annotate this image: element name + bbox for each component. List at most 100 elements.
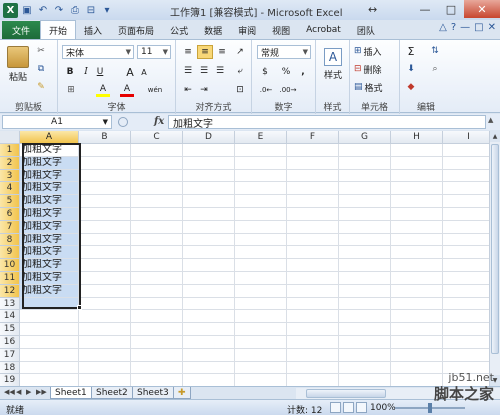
cell-d10[interactable] <box>183 259 235 272</box>
cell-f9[interactable] <box>287 246 339 260</box>
next-sheet-icon[interactable]: ▶ <box>26 388 31 396</box>
cell-c11[interactable] <box>131 272 183 285</box>
cell-h8[interactable] <box>391 233 443 247</box>
row-header-15[interactable]: 15 <box>0 323 20 336</box>
cell-b7[interactable] <box>79 220 131 234</box>
underline-button[interactable]: U <box>94 65 106 79</box>
cell-f2[interactable] <box>287 156 339 170</box>
cell-e8[interactable] <box>235 233 287 247</box>
cell-g1[interactable] <box>339 144 391 157</box>
tab-file[interactable]: 文件 <box>2 21 41 39</box>
cell-a14[interactable] <box>20 310 79 324</box>
cell-e12[interactable] <box>235 284 287 298</box>
tab-review[interactable]: 审阅 <box>230 21 264 39</box>
cell-e7[interactable] <box>235 220 287 234</box>
cell-d14[interactable] <box>183 310 235 324</box>
name-box[interactable]: A1 ▼ <box>2 115 112 129</box>
cell-g7[interactable] <box>339 220 391 234</box>
cell-g5[interactable] <box>339 195 391 208</box>
cell-i1[interactable] <box>443 144 489 157</box>
wrap-text-icon[interactable]: ⤶ <box>233 64 247 78</box>
cell-e18[interactable] <box>235 361 287 375</box>
cell-h11[interactable] <box>391 272 443 285</box>
cell-g13[interactable] <box>339 297 391 311</box>
cell-f6[interactable] <box>287 208 339 221</box>
fill-icon[interactable]: ⬇ <box>404 62 418 76</box>
cell-b19[interactable] <box>79 374 131 386</box>
cell-h1[interactable] <box>391 144 443 157</box>
cell-b14[interactable] <box>79 310 131 324</box>
cell-e4[interactable] <box>235 182 287 196</box>
sort-filter-icon[interactable]: ⇅ <box>428 44 442 58</box>
page-break-view-icon[interactable] <box>356 402 367 413</box>
cell-a5[interactable]: 加粗文字 <box>20 195 79 208</box>
cell-a13[interactable] <box>20 297 79 311</box>
cell-c1[interactable] <box>131 144 183 157</box>
cell-e6[interactable] <box>235 208 287 221</box>
format-painter-icon[interactable]: ✎ <box>34 80 48 94</box>
cell-e5[interactable] <box>235 195 287 208</box>
cell-h10[interactable] <box>391 259 443 272</box>
cell-c9[interactable] <box>131 246 183 260</box>
font-size-select[interactable]: 11 ▼ <box>137 45 171 59</box>
shrink-font-button[interactable]: A <box>138 65 150 79</box>
row-header-8[interactable]: 8 <box>0 233 20 247</box>
cell-e15[interactable] <box>235 323 287 336</box>
align-left-icon[interactable]: ☰ <box>181 64 195 78</box>
row-header-6[interactable]: 6 <box>0 208 20 221</box>
cell-f12[interactable] <box>287 284 339 298</box>
column-header-i[interactable]: I <box>443 131 489 144</box>
tab-data[interactable]: 数据 <box>196 21 230 39</box>
cell-g14[interactable] <box>339 310 391 324</box>
cell-c10[interactable] <box>131 259 183 272</box>
cell-a12[interactable]: 加粗文字 <box>20 284 79 298</box>
orientation-icon[interactable]: ↗ <box>233 45 247 59</box>
column-header-g[interactable]: G <box>339 131 391 144</box>
cell-a16[interactable] <box>20 336 79 349</box>
cell-b5[interactable] <box>79 195 131 208</box>
sheet-tab-sheet3[interactable]: Sheet3 <box>132 387 174 399</box>
cell-c6[interactable] <box>131 208 183 221</box>
cell-a1[interactable]: 加粗文字 <box>20 144 79 157</box>
number-format-select[interactable]: 常规 ▼ <box>257 45 311 59</box>
decrease-indent-icon[interactable]: ⇤ <box>181 83 195 97</box>
cell-g3[interactable] <box>339 169 391 183</box>
cell-c17[interactable] <box>131 348 183 362</box>
font-name-select[interactable]: 宋体 ▼ <box>62 45 134 59</box>
restore-button[interactable]: □ <box>438 0 464 18</box>
cell-d19[interactable] <box>183 374 235 386</box>
cell-c14[interactable] <box>131 310 183 324</box>
cell-e10[interactable] <box>235 259 287 272</box>
column-header-e[interactable]: E <box>235 131 287 144</box>
cell-b18[interactable] <box>79 361 131 375</box>
sheet-tab-sheet1[interactable]: Sheet1 <box>50 387 92 399</box>
zoom-slider-knob[interactable] <box>428 403 432 413</box>
cell-f16[interactable] <box>287 336 339 349</box>
row-header-9[interactable]: 9 <box>0 246 20 260</box>
cell-d8[interactable] <box>183 233 235 247</box>
cell-a4[interactable]: 加粗文字 <box>20 182 79 196</box>
zoom-level[interactable]: 100% <box>370 403 396 413</box>
column-header-a[interactable]: A <box>20 131 79 144</box>
increase-indent-icon[interactable]: ⇥ <box>197 83 211 97</box>
align-bottom-icon[interactable]: ≡ <box>215 45 229 59</box>
cell-e13[interactable] <box>235 297 287 311</box>
cell-g2[interactable] <box>339 156 391 170</box>
cell-i2[interactable] <box>443 157 489 170</box>
increase-decimal-icon[interactable]: .0← <box>257 83 275 97</box>
cell-i5[interactable] <box>443 195 489 208</box>
tab-acrobat[interactable]: Acrobat <box>298 21 349 39</box>
cell-e3[interactable] <box>235 169 287 183</box>
phonetic-guide-button[interactable]: wén <box>146 83 164 97</box>
row-header-5[interactable]: 5 <box>0 195 20 208</box>
percent-button[interactable]: % <box>279 65 293 79</box>
expand-formula-icon[interactable]: ▲ <box>488 116 498 128</box>
select-all-button[interactable] <box>0 131 20 144</box>
print-preview-icon[interactable]: ⎙ <box>68 3 82 17</box>
redo-icon[interactable]: ↷ <box>52 3 66 17</box>
workbook-restore-icon[interactable]: □ <box>474 22 483 33</box>
column-header-d[interactable]: D <box>183 131 235 144</box>
cell-e2[interactable] <box>235 156 287 170</box>
align-center-icon[interactable]: ☰ <box>197 64 211 78</box>
vertical-scroll-thumb[interactable] <box>491 144 499 354</box>
